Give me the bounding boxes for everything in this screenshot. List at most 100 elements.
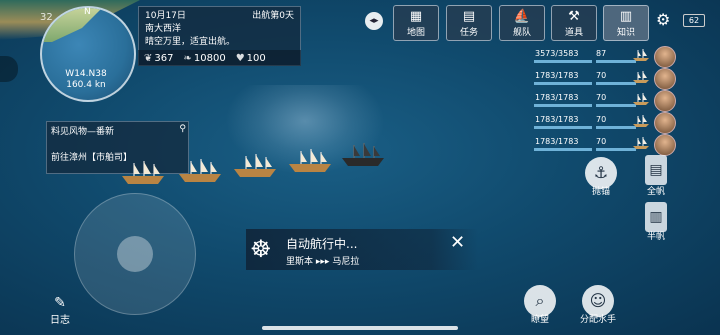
location-pin-icon: ⚲ (179, 124, 186, 134)
full-sail-icon: ▤ (649, 162, 663, 178)
gear-icon[interactable]: ⚙ (656, 10, 670, 29)
crew-bar (596, 104, 636, 107)
ship-icon (633, 71, 649, 83)
ship-hp: 1783/1783 (535, 115, 579, 124)
fleet-ship-sprite (289, 149, 331, 172)
items-button[interactable]: ⚒ 道具 (551, 5, 597, 41)
crew-bar (596, 126, 636, 129)
fleet-ship-row[interactable]: 1783/1783 70 (530, 112, 676, 136)
captain-portrait (654, 134, 676, 156)
map-button[interactable]: ▦ 地图 (393, 5, 439, 41)
ship-icon (633, 137, 649, 149)
health-stat: ♥ 100 (236, 53, 266, 64)
hp-bar (534, 104, 592, 107)
fleet-button[interactable]: ⛵ 舰队 (499, 5, 545, 41)
items-label: 道具 (564, 28, 583, 38)
route-arrows: ▸▸▸ (315, 257, 330, 267)
full-sail-button[interactable]: ▤ (645, 155, 667, 185)
fleet-label: 舰队 (512, 28, 531, 38)
log-label: 日志 (50, 315, 70, 326)
nav-arrow-button[interactable]: ◂▸ (365, 12, 383, 30)
ship-crew: 87 (596, 49, 607, 58)
crew-bar (596, 148, 636, 151)
captain-portrait (654, 46, 676, 68)
hp-bar (534, 60, 592, 63)
captain-portrait (654, 90, 676, 112)
quest-button[interactable]: ▤ 任务 (446, 5, 492, 41)
fleet-ship-row[interactable]: 1783/1783 70 (530, 90, 676, 114)
distance-text: 160.4 kn (66, 80, 106, 90)
full-sail-label: 全帆 (646, 187, 665, 197)
route-destination: 马尼拉 (332, 257, 360, 267)
hp-bar (534, 148, 592, 151)
assign-crew-label: 分配水手 (579, 315, 616, 325)
half-sail-label: 半帆 (646, 232, 665, 242)
fleet-ship-sprite (179, 159, 221, 182)
fleet-ship-sprite (122, 161, 164, 184)
minimap-coordinates: W14.N38 160.4 kn (40, 69, 132, 91)
log-button[interactable]: ✎ 日志 (45, 295, 75, 326)
captain-portrait (654, 68, 676, 90)
compass-north: N (84, 7, 91, 17)
health-icon: ♥ (235, 52, 245, 64)
telescope-icon: ⌕ (535, 291, 545, 310)
ship-crew: 70 (596, 71, 607, 80)
water-value: 10800 (193, 52, 226, 64)
hp-bar (534, 126, 592, 129)
joystick-knob[interactable] (117, 236, 153, 272)
voyage-weather: 晴空万里，适宜出航。 (145, 37, 236, 47)
anchor-icon: ⚓ (593, 163, 609, 182)
water-stat: ❧ 10800 (183, 53, 225, 64)
half-sail-button[interactable]: ▥ (645, 202, 667, 232)
crew-bar (596, 82, 636, 85)
auto-navigation-banner: ☸ 自动航行中... 里斯本 ▸▸▸ 马尼拉 ✕ (246, 229, 478, 270)
scroll-icon: ▤ (462, 9, 476, 24)
ship-hp: 1783/1783 (535, 137, 579, 146)
ship-hp: 1783/1783 (535, 71, 579, 80)
quest-title: 料见风物—番新 (51, 127, 115, 137)
ship-hp: 1783/1783 (535, 93, 579, 102)
ship-icon (633, 93, 649, 105)
book-icon: ▥ (619, 9, 633, 24)
quest-tracker[interactable]: 料见风物—番新 ⚲ 前往漳州【市舶司】 (46, 121, 189, 174)
sail-icon: ⛵ (513, 9, 531, 24)
voyage-days: 出航第0天 (252, 11, 294, 21)
ship-crew: 70 (596, 115, 607, 124)
coordinate-text: W14.N38 (65, 69, 107, 79)
autonav-route: 里斯本 ▸▸▸ 马尼拉 (286, 254, 359, 267)
sailor-icon: ☺ (589, 291, 607, 310)
resource-bar: ❦ 367 ❧ 10800 ♥ 100 (138, 50, 301, 66)
water-icon: ❧ (183, 52, 192, 64)
knowledge-button[interactable]: ▥ 知识 (603, 5, 649, 41)
movement-joystick[interactable] (74, 193, 196, 315)
ship-hp: 3573/3583 (535, 49, 579, 58)
hp-bar (534, 82, 592, 85)
crew-bar (596, 60, 636, 63)
half-sail-icon: ▥ (649, 209, 663, 225)
map-label: 地图 (406, 28, 425, 38)
food-value: 367 (154, 52, 174, 64)
voyage-date: 10月17日 (145, 11, 186, 21)
autonav-status: 自动航行中... (286, 237, 358, 251)
lookout-label: 瞭望 (530, 315, 549, 325)
voyage-location: 南大西洋 (145, 24, 182, 34)
ship-icon (633, 49, 649, 61)
fleet-ship-row[interactable]: 1783/1783 70 (530, 68, 676, 92)
health-value: 100 (246, 52, 266, 64)
captain-portrait (654, 112, 676, 134)
ship-wheel-icon: ☸ (250, 235, 272, 263)
ship-icon (633, 115, 649, 127)
minimap-level: 32 (40, 12, 53, 23)
food-icon: ❦ (144, 52, 153, 64)
ship-crew: 70 (596, 93, 607, 102)
fleet-ship-row[interactable]: 3573/3583 87 (530, 46, 676, 70)
fleet-ship-sprite (234, 154, 276, 177)
food-stat: ❦ 367 (144, 53, 173, 64)
home-indicator (262, 326, 458, 330)
route-origin: 里斯本 (286, 257, 314, 267)
quill-icon: ✎ (54, 295, 66, 311)
map-icon: ▦ (409, 9, 423, 24)
ship-crew: 70 (596, 137, 607, 146)
quest-label: 任务 (459, 28, 478, 38)
close-icon[interactable]: ✕ (450, 232, 465, 253)
